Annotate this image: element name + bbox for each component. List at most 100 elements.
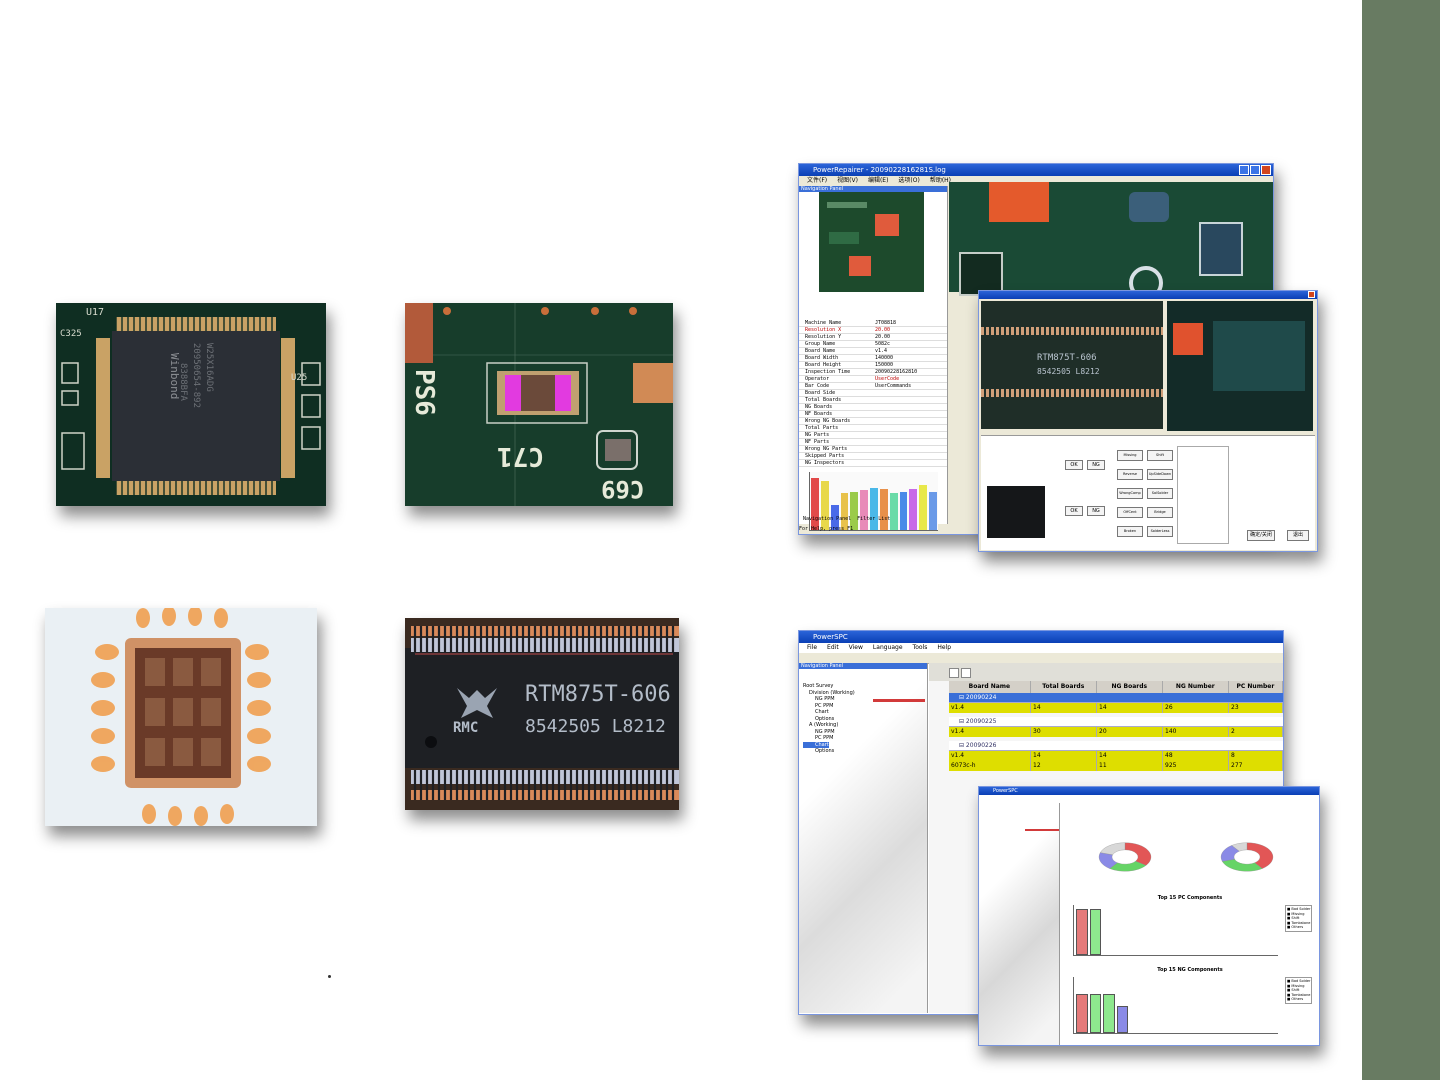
defect-type-button[interactable]: Shift <box>1147 450 1173 461</box>
chart-legend-2: ■ Bad Solder ■ Missing ■ Shift ■ Tombstone ■… <box>1285 977 1313 1004</box>
defect-list[interactable] <box>1177 446 1229 544</box>
chip-marking-lot: 20950654-892 <box>191 343 201 409</box>
board-thumbnail[interactable] <box>819 192 924 292</box>
tab-navigation-panel[interactable]: Navigation Panel <box>803 516 851 522</box>
defect-type-button[interactable]: OffCent <box>1117 507 1143 518</box>
group-row[interactable]: ⊟ 20090224 <box>949 693 1283 703</box>
chart1-title: Top 15 PC Components <box>1157 895 1223 901</box>
spc-chart-title: PowerSPC <box>993 788 1018 794</box>
defect-bar <box>909 489 918 530</box>
spc-nav-panel: Navigation Panel Root Survey Division (Wo… <box>799 663 928 1013</box>
silkscreen-c325: C325 <box>60 329 82 339</box>
table-row[interactable]: v1.4 14 14 26 23 <box>949 703 1283 713</box>
tab-filter-list[interactable]: Filter List <box>857 516 890 522</box>
info-key: Inspection Time <box>805 369 851 375</box>
component-bar <box>1076 908 1088 955</box>
back-arrow-icon[interactable] <box>949 668 959 678</box>
defect-type-button[interactable]: SolSolder <box>1147 488 1173 499</box>
ok-button-2[interactable]: OK <box>1065 506 1083 516</box>
defect-type-button[interactable]: Broken <box>1117 526 1143 537</box>
forward-arrow-icon[interactable] <box>961 668 971 678</box>
silkscreen-u17: U17 <box>86 307 105 318</box>
info-value: 20.00 <box>875 327 891 333</box>
component-bar <box>1116 1006 1129 1033</box>
component-bar <box>1089 993 1102 1033</box>
ng-button[interactable]: NG <box>1087 460 1105 470</box>
chart2-title: Top 15 NG Components <box>1157 967 1223 973</box>
column-header[interactable]: Board Name <box>949 681 1031 693</box>
realtek-pins-graphic <box>405 618 679 810</box>
component-bar <box>1076 993 1088 1033</box>
donut-charts-area <box>1061 817 1319 907</box>
table-cell: v1.4 <box>949 751 1031 761</box>
group-row[interactable]: ⊟ 20090225 <box>949 717 1283 727</box>
donut-slice <box>1100 842 1126 855</box>
column-header[interactable]: NG Number <box>1163 681 1229 693</box>
info-key: Total Parts <box>805 425 839 431</box>
table-row[interactable]: v1.4 30 20 140 2 <box>949 727 1283 737</box>
info-key: NG Boards <box>805 404 833 410</box>
defect-type-button[interactable]: Reverse <box>1117 469 1143 480</box>
column-header[interactable]: PC Number <box>1229 681 1283 693</box>
defect-bar-chart <box>809 472 938 531</box>
menu-view[interactable]: View <box>849 643 863 653</box>
resistor-inspection-photo: PS6 C71 C69 <box>405 303 673 506</box>
pc-components-chart: Top 15 PC Components ■ Bad Solder ■ Missi… <box>1061 895 1319 959</box>
menu-file[interactable]: 文件(F) <box>807 176 827 186</box>
maximize-button[interactable] <box>1250 165 1260 175</box>
info-value: 20090228162810 <box>875 369 918 375</box>
spc-menubar: File Edit View Language Tools Help <box>799 643 1283 653</box>
defect-type-button[interactable]: Bridge <box>1147 507 1173 518</box>
menu-edit[interactable]: 编辑(E) <box>868 176 888 186</box>
repair-title-text: PowerRepairer - 2009022816281S.log <box>813 166 946 174</box>
info-key: NF Parts <box>805 439 830 445</box>
info-key: Bar Code <box>805 383 830 389</box>
table-row[interactable]: 6073c-h 12 11 925 277 <box>949 761 1283 771</box>
menu-edit[interactable]: Edit <box>827 643 839 653</box>
legend-entry: ■ Others <box>1287 997 1304 1001</box>
defect-type-button[interactable]: UpSideDown <box>1147 469 1173 480</box>
defect-type-button[interactable]: WrongComp <box>1117 488 1143 499</box>
minimize-button[interactable] <box>1239 165 1249 175</box>
menu-options[interactable]: 选项(O) <box>898 176 919 186</box>
info-value: v1.4 <box>875 348 888 354</box>
info-key: Board Name <box>805 348 836 354</box>
menu-view[interactable]: 视图(V) <box>837 176 858 186</box>
ng-button-2[interactable]: NG <box>1087 506 1105 516</box>
column-header[interactable]: NG Boards <box>1097 681 1163 693</box>
group-row[interactable]: ⊟ 20090226 <box>949 741 1283 751</box>
defect-bar <box>929 491 937 530</box>
close-button[interactable] <box>1308 291 1315 298</box>
slide-accent-stripe <box>1362 0 1440 1080</box>
info-key: Total Boards <box>805 397 842 403</box>
legend-entry: ■ Others <box>1287 925 1304 929</box>
defect-type-button[interactable]: Missing <box>1117 450 1143 461</box>
info-table: Machine Name JT08818 Resolution X 20.00 Re… <box>799 320 947 467</box>
menu-language[interactable]: Language <box>873 643 903 653</box>
menu-help[interactable]: Help <box>937 643 951 653</box>
column-header[interactable]: Total Boards <box>1031 681 1097 693</box>
menu-help[interactable]: 帮助(H) <box>930 176 951 186</box>
defect-bar <box>889 493 898 530</box>
table-row[interactable]: v1.4 14 14 48 8 <box>949 751 1283 761</box>
info-value: UserCode <box>875 376 900 382</box>
menu-file[interactable]: File <box>807 643 817 653</box>
ok-button[interactable]: OK <box>1065 460 1083 470</box>
chip-marking-part: W25X16ADG <box>204 343 214 392</box>
menu-tools[interactable]: Tools <box>913 643 928 653</box>
defect-type-button[interactable]: SolderLess <box>1147 526 1173 537</box>
confirm-close-button[interactable]: 确定/关闭 <box>1247 530 1275 541</box>
table-cell: 140 <box>1163 727 1229 737</box>
realtek-logo-text: RMC <box>453 720 479 736</box>
table-cell: 2 <box>1229 727 1283 737</box>
info-value: 150000 <box>875 362 894 368</box>
spc-title-text: PowerSPC <box>813 633 848 641</box>
exit-button[interactable]: 退出 <box>1287 530 1309 541</box>
pc-bar-plot <box>1073 905 1278 956</box>
close-button[interactable] <box>1261 165 1271 175</box>
donut-charts <box>1098 842 1274 872</box>
info-value: UserCommands <box>875 383 912 389</box>
navigation-panel: Navigation Panel Machine Name JT08818 Res… <box>799 186 948 531</box>
tree-node[interactable]: Options <box>803 748 855 755</box>
